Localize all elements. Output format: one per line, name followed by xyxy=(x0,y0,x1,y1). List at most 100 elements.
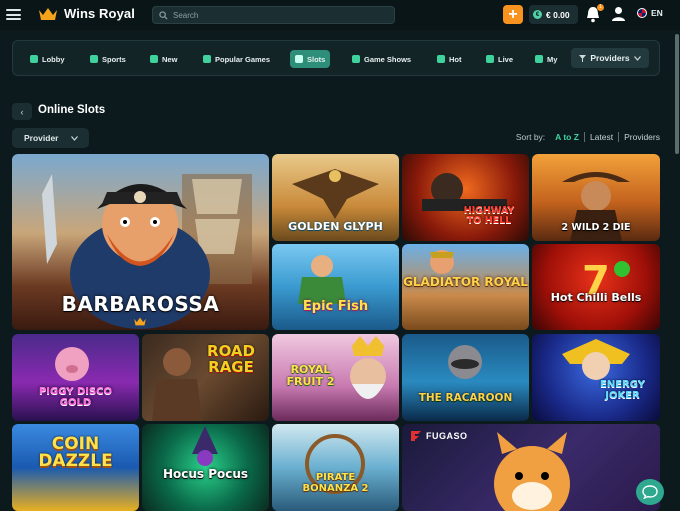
flag-icon xyxy=(637,8,647,18)
crown-icon xyxy=(39,7,57,20)
live-icon xyxy=(486,55,494,63)
game-title: PIRATE BONANZA 2 xyxy=(302,472,369,494)
new-icon xyxy=(150,55,158,63)
nav-lobby[interactable]: Lobby xyxy=(30,51,65,67)
game-title: HIGHWAY TO HELL xyxy=(463,205,515,226)
game-tile-coin-dazzle[interactable]: COIN DAZZLE xyxy=(12,424,139,511)
nav-popular-games[interactable]: Popular Games xyxy=(203,51,270,67)
sort-latest[interactable]: Latest xyxy=(590,132,613,142)
game-shows-icon xyxy=(352,55,360,63)
chevron-left-icon: ‹ xyxy=(20,106,24,117)
sort-label: Sort by: xyxy=(515,132,546,142)
provider-logo: FUGASO xyxy=(410,430,468,442)
crown-icon xyxy=(134,317,146,326)
game-tile-road-rage[interactable]: ROAD RAGE xyxy=(142,334,269,421)
game-tile-2-wild-2-die[interactable]: 2 WILD 2 DIE xyxy=(532,154,660,241)
nav-sports[interactable]: Sports xyxy=(90,51,126,67)
game-title: PIGGY DISCO GOLD xyxy=(38,386,113,408)
brand-logo[interactable]: Wins Royal xyxy=(38,6,135,21)
sports-icon xyxy=(90,55,98,63)
providers-filter-button[interactable]: Providers xyxy=(571,48,649,68)
game-title: ENERGY JOKER xyxy=(600,379,645,401)
game-title: Hot Chilli Bells xyxy=(550,291,642,304)
slots-icon xyxy=(295,55,303,63)
wheel-illustration xyxy=(305,434,365,494)
game-title: GOLDEN GLYPH xyxy=(288,220,383,233)
sort-a-to-z[interactable]: A to Z xyxy=(555,132,579,142)
language-code: EN xyxy=(651,8,663,18)
chat-button[interactable] xyxy=(636,479,664,505)
biker-illustration xyxy=(422,173,507,211)
game-tile-golden-glyph[interactable]: GOLDEN GLYPH xyxy=(272,154,399,241)
seven-illustration: 7 xyxy=(582,258,630,304)
game-title: GLADIATOR ROYAL xyxy=(403,275,528,289)
menu-icon[interactable] xyxy=(6,9,21,20)
game-title: ROYAL FRUIT 2 xyxy=(286,363,335,388)
nav-label: Game Shows xyxy=(364,54,412,64)
game-title: BARBAROSSA xyxy=(61,292,220,316)
my-games-icon xyxy=(535,55,543,63)
provider-dropdown-label: Provider xyxy=(24,133,59,143)
nav-live[interactable]: Live xyxy=(486,51,513,67)
nav-label: Sports xyxy=(102,54,126,64)
nav-label: New xyxy=(162,54,178,64)
page-title: Online Slots xyxy=(38,104,106,116)
game-tile-hocus-pocus[interactable]: Hocus Pocus xyxy=(142,424,269,511)
filter-icon xyxy=(579,54,587,62)
game-tile-hot-chilli-bells[interactable]: 7 Hot Chilli Bells xyxy=(532,244,660,330)
game-title: 2 WILD 2 DIE xyxy=(561,222,631,233)
provider-dropdown[interactable]: Provider xyxy=(12,128,89,148)
user-icon xyxy=(612,7,625,21)
search-box[interactable] xyxy=(152,6,395,24)
nav-label: Live xyxy=(498,54,514,64)
game-tile-energy-joker[interactable]: ENERGY JOKER xyxy=(532,334,660,421)
game-title: ROAD RAGE xyxy=(207,342,255,376)
game-title: Epic Fish xyxy=(302,299,369,314)
chat-icon xyxy=(642,485,658,499)
provider-name: FUGASO xyxy=(426,431,468,441)
joker-illustration xyxy=(562,339,630,380)
nav-label: Slots xyxy=(307,54,326,64)
nav-game-shows[interactable]: Game Shows xyxy=(352,51,411,67)
balance-display[interactable]: € € 0.00 xyxy=(529,5,578,24)
search-input[interactable] xyxy=(173,10,373,20)
game-tile-royal-fruit-2[interactable]: ROYAL FRUIT 2 xyxy=(272,334,399,421)
game-tile-gladiator-royal[interactable]: GLADIATOR ROYAL xyxy=(402,244,529,330)
nav-hot[interactable]: Hot xyxy=(437,51,462,67)
nav-label: Lobby xyxy=(42,54,65,64)
star-icon xyxy=(203,55,211,63)
game-tile-highway-to-hell[interactable]: HIGHWAY TO HELL xyxy=(402,154,529,241)
nav-my[interactable]: My xyxy=(535,51,557,67)
page-scrollbar[interactable] xyxy=(675,34,679,154)
chevron-down-icon xyxy=(70,135,78,141)
game-tile-fugaso[interactable]: FUGASO xyxy=(402,424,660,511)
chevron-down-icon xyxy=(633,55,641,61)
lobby-icon xyxy=(30,55,38,63)
providers-label: Providers xyxy=(590,53,630,63)
raccoon-illustration xyxy=(448,345,482,379)
game-tile-barbarossa[interactable]: BARBAROSSA xyxy=(12,154,269,330)
game-tile-the-racaroon[interactable]: THE RACAROON xyxy=(402,334,529,421)
back-button[interactable]: ‹ xyxy=(12,103,32,120)
notifications-button[interactable]: 1 xyxy=(585,4,604,23)
balance-value: € 0.00 xyxy=(546,9,570,20)
nav-label: Hot xyxy=(449,54,462,64)
game-title: THE RACAROON xyxy=(418,392,513,404)
game-tile-epic-fish[interactable]: Epic Fish xyxy=(272,244,399,330)
language-selector[interactable]: EN xyxy=(637,8,663,18)
top-header: Wins Royal + € € 0.00 1 EN xyxy=(0,0,680,30)
game-tile-pirate-bonanza-2[interactable]: PIRATE BONANZA 2 xyxy=(272,424,399,511)
sort-providers[interactable]: Providers xyxy=(624,132,660,142)
notification-badge: 1 xyxy=(597,4,604,11)
game-tile-piggy-disco-gold[interactable]: PIGGY DISCO GOLD xyxy=(12,334,139,421)
game-title: COIN DAZZLE xyxy=(38,434,113,471)
sort-bar: Sort by: A to Z Latest Providers xyxy=(516,132,660,142)
search-icon xyxy=(159,10,168,20)
nav-slots[interactable]: Slots xyxy=(290,50,331,68)
nav-label: My xyxy=(547,54,558,64)
game-title: Hocus Pocus xyxy=(162,467,249,481)
nav-new[interactable]: New xyxy=(150,51,177,67)
fisherman-illustration xyxy=(298,255,346,304)
user-button[interactable] xyxy=(611,6,626,22)
deposit-button[interactable]: + xyxy=(503,5,523,24)
